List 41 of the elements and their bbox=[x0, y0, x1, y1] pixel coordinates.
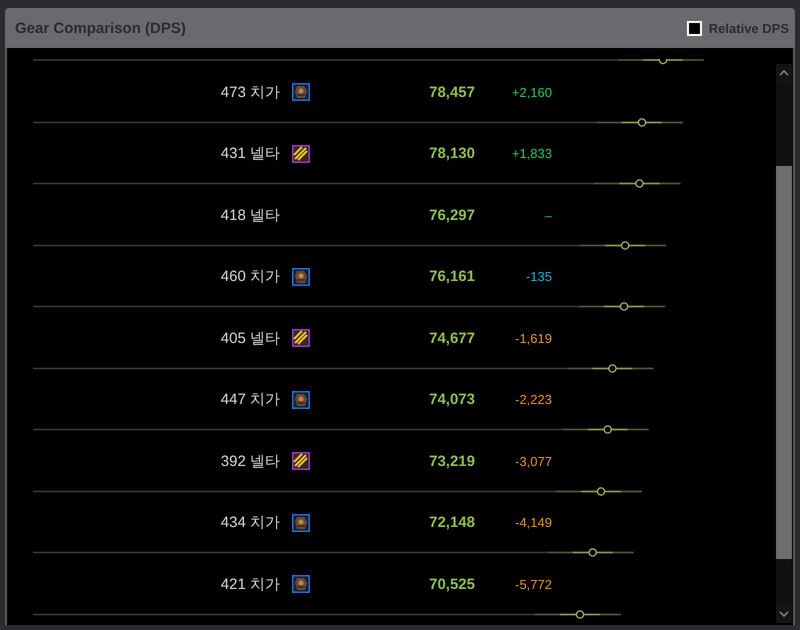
dps-difference: -135 bbox=[524, 269, 552, 284]
dps-value: 70,525 bbox=[428, 576, 475, 593]
dps-value: 76,161 bbox=[428, 268, 475, 286]
dps-difference: -5,772 bbox=[514, 576, 552, 592]
dps-difference: +2,160 bbox=[510, 84, 552, 100]
dps-difference: -3,077 bbox=[514, 454, 552, 469]
item-label: 447 치가 bbox=[220, 390, 280, 410]
item-icon bbox=[292, 390, 310, 409]
dps-value: 72,148 bbox=[428, 514, 475, 532]
scroll-up-icon[interactable] bbox=[776, 64, 792, 82]
dps-difference: – bbox=[544, 208, 552, 223]
item-label: 421 치가 bbox=[220, 574, 280, 594]
dps-value: 78,457 bbox=[428, 84, 475, 101]
item-icon bbox=[292, 83, 310, 102]
dps-value: 78,130 bbox=[428, 145, 475, 162]
scroll-down-icon[interactable] bbox=[776, 605, 792, 623]
dps-value: 74,073 bbox=[428, 391, 475, 408]
item-label: 392 넬타 bbox=[220, 452, 280, 471]
dps-difference: -1,619 bbox=[514, 330, 552, 346]
item-label: 405 넬타 bbox=[220, 328, 280, 348]
panel-title: Gear Comparison (DPS) bbox=[15, 20, 186, 36]
dps-difference: -2,223 bbox=[514, 392, 552, 408]
item-label: 434 치가 bbox=[220, 513, 280, 532]
dps-value: 76,297 bbox=[428, 206, 475, 224]
item-label: 418 넬타 bbox=[220, 206, 280, 225]
item-icon bbox=[292, 268, 310, 286]
item-icon bbox=[292, 575, 310, 594]
scrollbar-thumb[interactable] bbox=[776, 166, 792, 559]
item-icon bbox=[292, 144, 310, 163]
dps-value: 74,677 bbox=[428, 330, 475, 347]
relative-dps-checkbox[interactable]: Relative DPS bbox=[686, 20, 789, 36]
item-icon bbox=[292, 514, 310, 532]
item-label: 473 치가 bbox=[220, 82, 280, 102]
item-label: 431 넬타 bbox=[220, 144, 280, 164]
item-icon bbox=[292, 452, 310, 470]
item-label: 460 치가 bbox=[220, 267, 280, 286]
item-icon bbox=[292, 329, 310, 348]
dps-difference: +1,833 bbox=[510, 146, 552, 162]
dps-difference: -4,149 bbox=[514, 515, 552, 530]
scrollbar[interactable] bbox=[776, 64, 792, 623]
dps-value: 73,219 bbox=[428, 452, 475, 470]
